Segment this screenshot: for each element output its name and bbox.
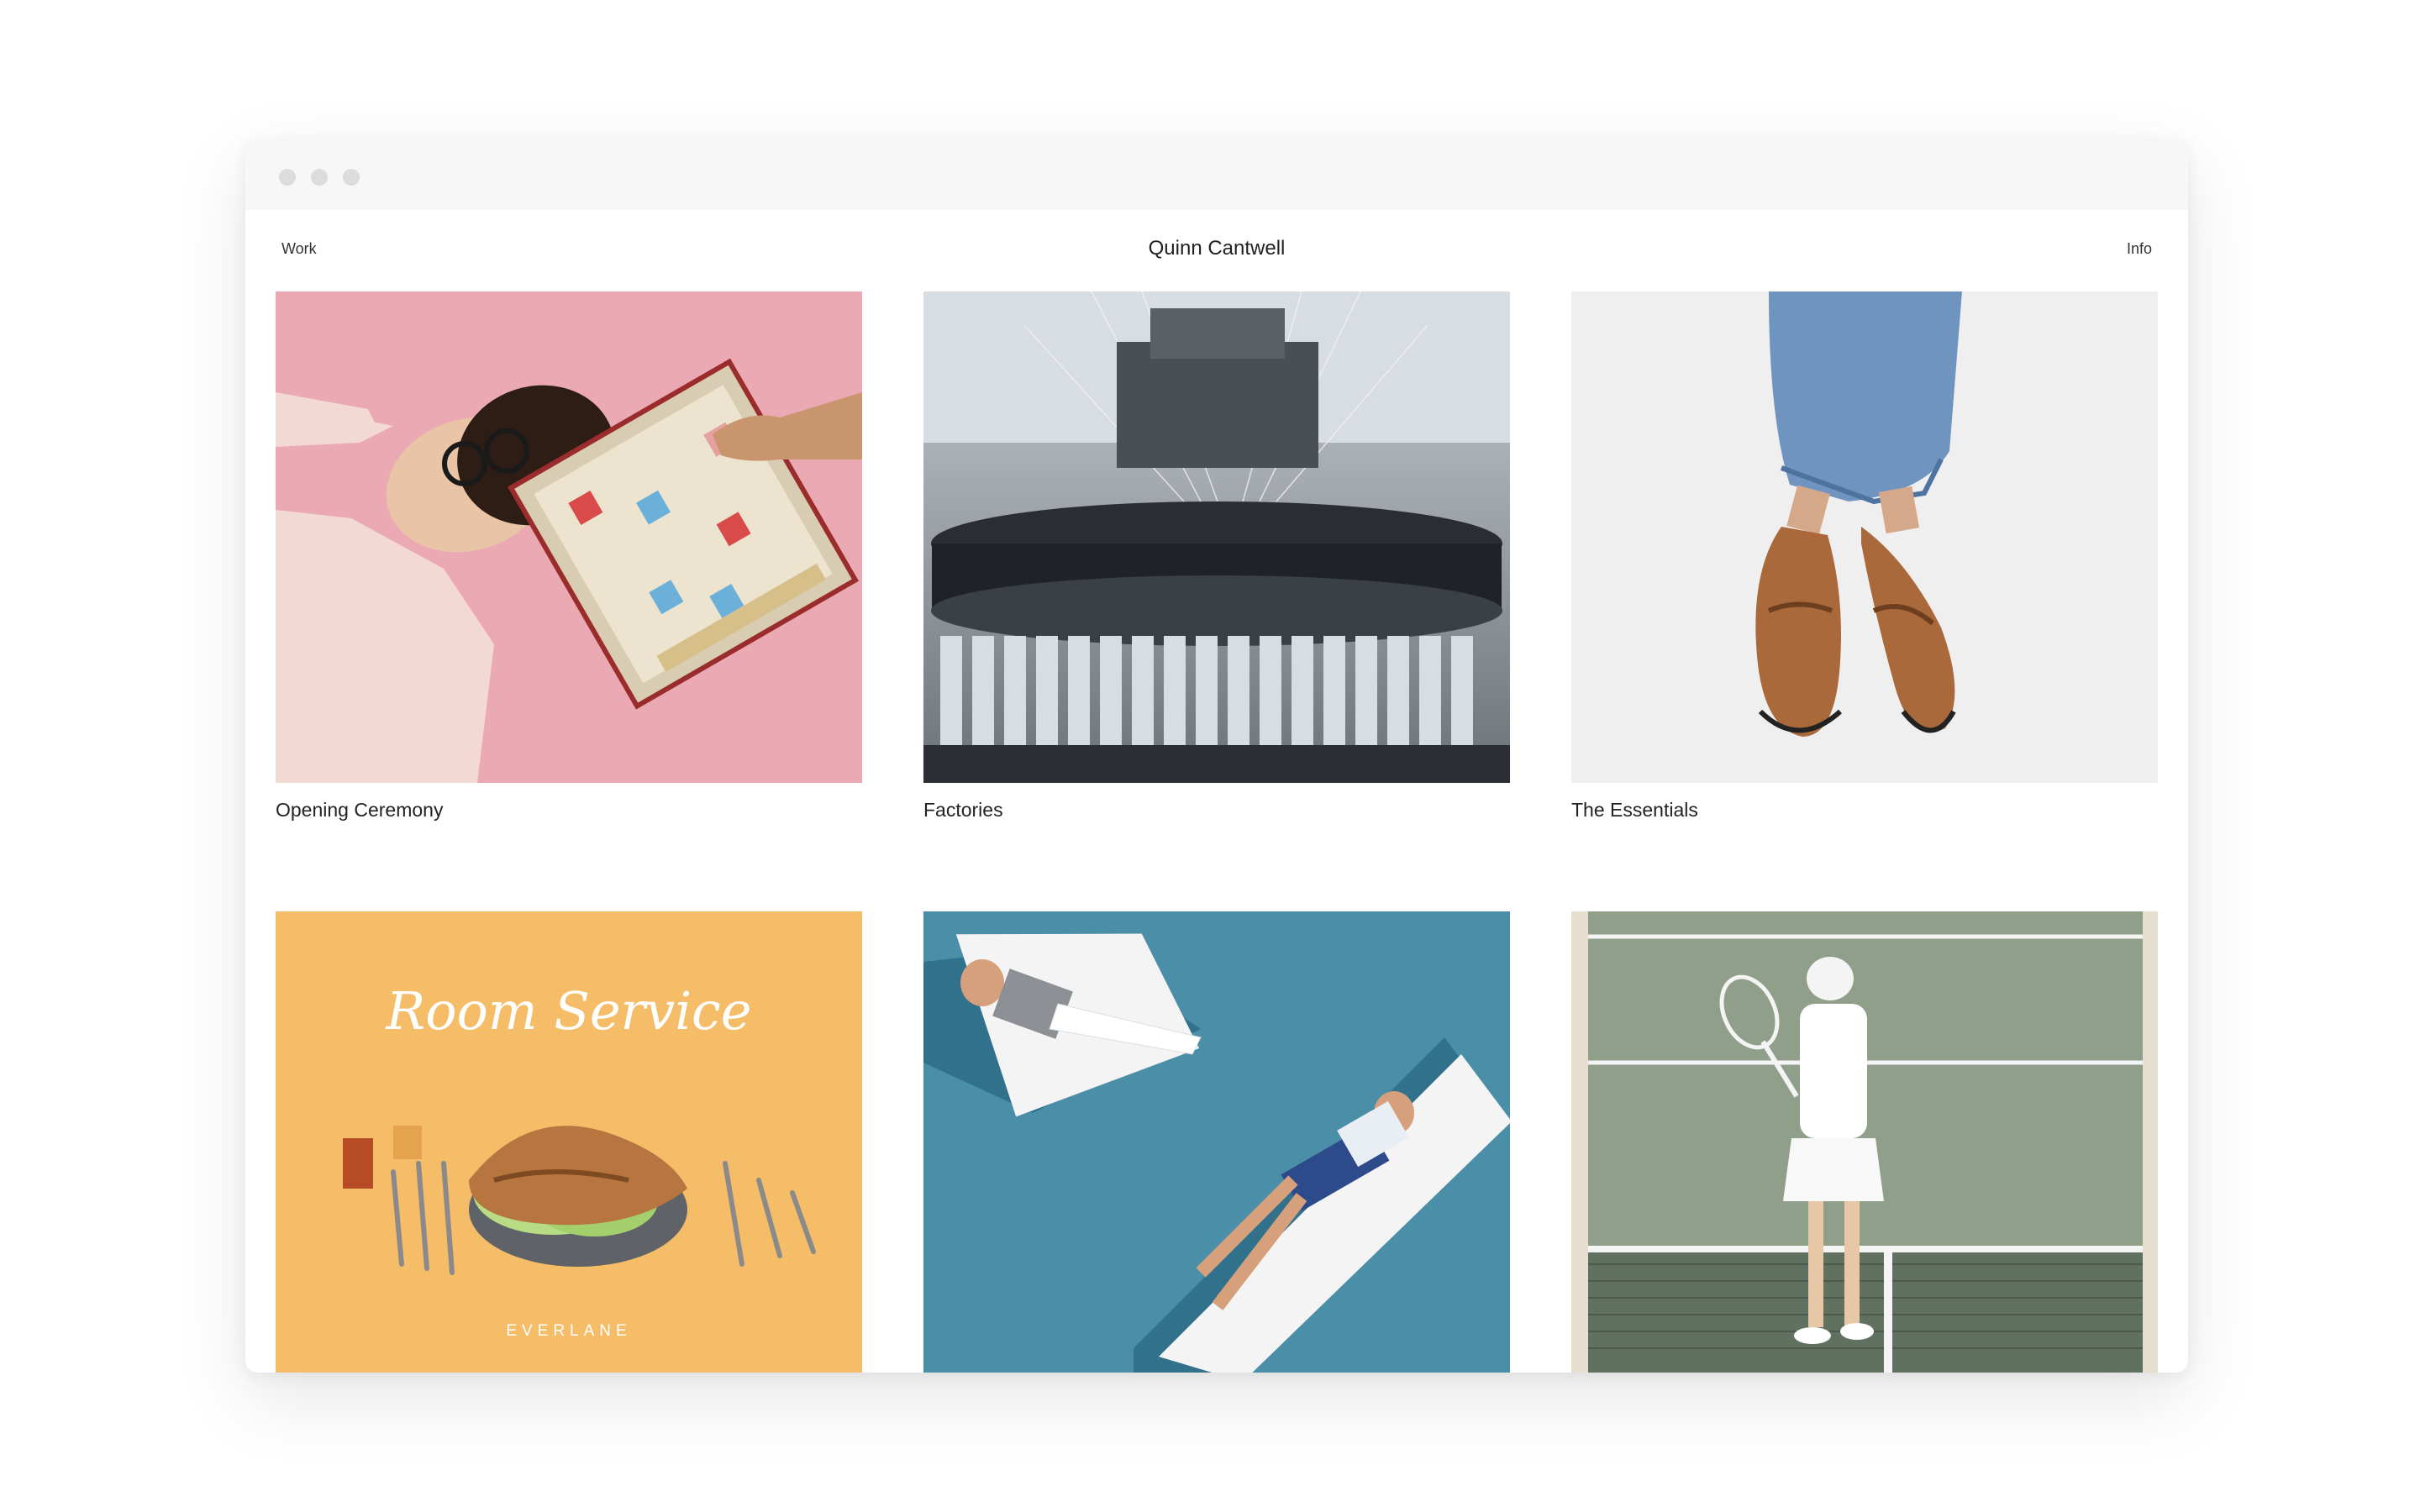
scrabble-portrait-image[interactable] [276,291,862,783]
poster-heading: Room Service [386,980,752,1042]
site-title[interactable]: Quinn Cantwell [245,237,2188,260]
poster-brand: EVERLANE [506,1322,631,1340]
maximize-window-dot[interactable] [343,169,360,186]
project-title[interactable]: The Essentials [1571,799,1698,822]
knitting-machine-image[interactable] [923,291,1510,783]
project-title[interactable]: Factories [923,799,1003,822]
room-service-poster-image[interactable]: Room Service EVERLANE [276,911,862,1373]
browser-window: Work Quinn Cantwell Info Opening Ceremon… [245,139,2188,1373]
sunbathers-image[interactable] [923,911,1510,1373]
minimize-window-dot[interactable] [311,169,328,186]
loafers-image[interactable] [1571,291,2158,783]
close-window-dot[interactable] [279,169,296,186]
window-titlebar [245,139,2188,210]
nav-info-link[interactable]: Info [2127,240,2152,258]
tennis-player-image[interactable] [1571,911,2158,1373]
project-title[interactable]: Opening Ceremony [276,799,443,822]
